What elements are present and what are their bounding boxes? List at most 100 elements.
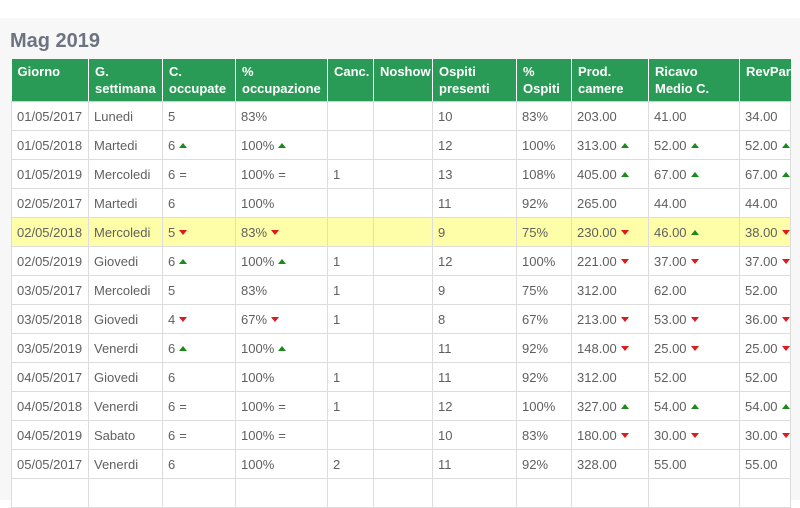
table-row: 03/05/2019 Venerdi 6 100% 11 92% 148.00 25.00 25…	[11, 333, 791, 363]
cell-value: 11	[438, 456, 452, 472]
cell-noshow	[373, 391, 433, 421]
trend-equal-icon: =	[179, 398, 187, 414]
cell-value: 10	[438, 108, 453, 124]
trend-down-icon	[271, 229, 280, 235]
cell-value: 100%	[241, 166, 275, 182]
cell-value: 6	[168, 456, 176, 472]
cell-value: 01/05/2017	[17, 108, 83, 124]
cell-ospiti: 11	[432, 449, 517, 479]
table-header-row: Giorno G. settimana C. occupate% occupazio…	[11, 59, 791, 102]
cell-value: 180.00	[577, 427, 617, 443]
trend-down-icon	[620, 316, 629, 322]
cell-value: 6	[168, 369, 176, 385]
cell-ricavo: 67.00	[648, 159, 740, 189]
cell-value: 53.00	[654, 311, 687, 327]
cell-canc: 2	[327, 449, 374, 479]
cell-value: Martedi	[94, 137, 138, 153]
cell-revpar: 52.00	[739, 130, 791, 160]
cell-value: 36.00	[745, 311, 778, 327]
trend-up-icon	[690, 142, 699, 148]
cell-value: 100%	[241, 340, 275, 356]
cell-value: 83%	[241, 282, 268, 298]
trend-up-icon	[620, 171, 629, 177]
cell-gsett: Venerdi	[88, 333, 163, 363]
cell-gsett: Lunedi	[88, 101, 163, 131]
cell-value: 148.00	[577, 340, 617, 356]
cell-noshow	[373, 333, 433, 363]
cell-value: 6	[168, 340, 176, 356]
cell-value: 100%	[241, 369, 275, 385]
cell-gsett: Giovedi	[88, 246, 163, 276]
cell-value: Martedi	[94, 195, 138, 211]
cell-revpar: 52.00	[739, 275, 791, 305]
trend-down-icon	[781, 345, 790, 351]
table-row: 03/05/2018 Giovedi 4 67% 1 8 67% 213.00 53.00 36.…	[11, 304, 791, 334]
cell-value: Giovedi	[94, 253, 139, 269]
trend-down-icon	[781, 316, 790, 322]
cell-value: 327.00	[577, 398, 617, 414]
trend-down-icon	[620, 345, 629, 351]
table-body: 01/05/2017 Lunedi 5 83% 10 83% 203.00 41.00 34.0…	[11, 101, 791, 508]
trend-up-icon	[781, 403, 790, 409]
trend-up-icon	[620, 142, 629, 148]
cell-value: 213.00	[577, 311, 617, 327]
cell-value: 25.00	[654, 340, 687, 356]
cell-value: 203.00	[577, 108, 617, 124]
column-header-canc: Canc.	[327, 59, 374, 102]
cell-value: 54.00	[745, 398, 778, 414]
cell-ospiti: 8	[432, 304, 517, 334]
cell-value: 01/05/2018	[17, 137, 83, 153]
cell-value: 30.00	[745, 427, 778, 443]
cell-prod: 312.00	[571, 275, 649, 305]
cell-giorno: 02/05/2017	[11, 188, 89, 218]
cell-value: 02/05/2019	[17, 253, 83, 269]
cell-value: 9	[438, 224, 446, 240]
report-panel: Mag 2019 Giorno G. settimana C. occupate% …	[0, 18, 800, 508]
table-row: 02/05/2018 Mercoledi 5 83% 9 75% 230.00 46.00 38…	[11, 217, 791, 247]
cell-gsett: Venerdi	[88, 391, 163, 421]
trend-up-icon	[620, 403, 629, 409]
cell-posp: 100%	[516, 246, 572, 276]
column-header-ricavo: Ricavo Medio C.	[648, 59, 740, 102]
cell-value: Sabato	[94, 427, 136, 443]
cell-cocc: 6	[162, 130, 236, 160]
cell-prod	[571, 478, 649, 508]
cell-pocc: 100% =	[235, 159, 328, 189]
cell-noshow	[373, 188, 433, 218]
cell-posp	[516, 478, 572, 508]
cell-gsett: Mercoledi	[88, 159, 163, 189]
cell-value: 34.00	[745, 108, 778, 124]
table-row: 01/05/2017 Lunedi 5 83% 10 83% 203.00 41.00 34.0…	[11, 101, 791, 131]
cell-posp: 92%	[516, 362, 572, 392]
cell-giorno	[11, 478, 89, 508]
cell-value: 5	[168, 282, 176, 298]
cell-canc	[327, 188, 374, 218]
cell-gsett: Martedi	[88, 188, 163, 218]
cell-revpar: 54.00	[739, 391, 791, 421]
cell-noshow	[373, 449, 433, 479]
cell-giorno: 02/05/2019	[11, 246, 89, 276]
cell-value: 41.00	[654, 108, 687, 124]
cell-value: 1	[333, 398, 341, 414]
cell-value: 13	[438, 166, 453, 182]
cell-value: 12	[438, 137, 453, 153]
cell-posp: 83%	[516, 101, 572, 131]
cell-value: 44.00	[745, 195, 778, 211]
cell-revpar: 44.00	[739, 188, 791, 218]
cell-value: 221.00	[577, 253, 617, 269]
cell-value: Mercoledi	[94, 166, 151, 182]
trend-up-icon	[278, 142, 287, 148]
trend-up-icon	[278, 345, 287, 351]
cell-gsett: Martedi	[88, 130, 163, 160]
cell-noshow	[373, 275, 433, 305]
cell-posp: 92%	[516, 449, 572, 479]
cell-value: 37.00	[654, 253, 687, 269]
cell-pocc: 100%	[235, 333, 328, 363]
column-header-revpar: RevPar	[739, 59, 791, 102]
trend-equal-icon: =	[278, 166, 286, 182]
cell-revpar: 34.00	[739, 101, 791, 131]
cell-value: 100%	[241, 253, 275, 269]
cell-giorno: 04/05/2019	[11, 420, 89, 450]
cell-value: 55.00	[745, 456, 778, 472]
cell-value: 52.00	[654, 369, 687, 385]
